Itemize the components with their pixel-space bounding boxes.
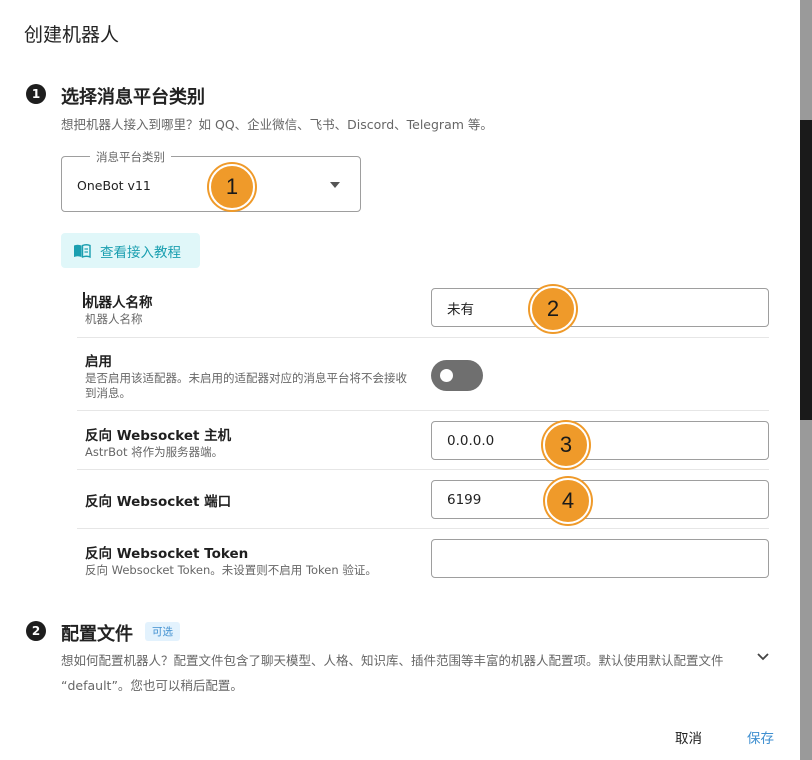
step-2-title: 配置文件 <box>61 624 133 645</box>
ws-host-desc: AstrBot 将作为服务器端。 <box>85 445 224 459</box>
annotation-badge-1: 1 <box>209 164 255 210</box>
enable-desc: 是否启用该适配器。未启用的适配器对应的消息平台将不会接收到消息。 <box>85 371 407 400</box>
ws-token-input[interactable] <box>431 539 769 578</box>
enable-toggle[interactable] <box>431 360 483 391</box>
bot-name-input[interactable]: 未有 <box>431 288 769 327</box>
bot-name-desc: 机器人名称 <box>85 312 143 326</box>
create-bot-dialog: 创建机器人 1 选择消息平台类别 想把机器人接入到哪里？如 QQ、企业微信、飞书… <box>0 0 800 760</box>
cancel-button[interactable]: 取消 <box>675 727 702 747</box>
field-ws-token: 反向 Websocket Token 反向 Websocket Token。未设… <box>77 529 769 589</box>
ws-port-input[interactable]: 6199 <box>431 480 769 519</box>
ws-host-label: 反向 Websocket 主机 <box>85 428 232 444</box>
config-description: 想如何配置机器人？配置文件包含了聊天模型、人格、知识库、插件范围等丰富的机器人配… <box>61 653 724 693</box>
field-ws-host: 反向 Websocket 主机 AstrBot 将作为服务器端。 0.0.0.0 <box>77 411 769 470</box>
ws-token-desc: 反向 Websocket Token。未设置则不启用 Token 验证。 <box>85 563 377 577</box>
platform-select-label: 消息平台类别 <box>90 149 171 165</box>
annotation-badge-4: 4 <box>545 478 591 524</box>
book-icon <box>74 243 91 258</box>
optional-chip: 可选 <box>145 622 180 641</box>
ws-host-input[interactable]: 0.0.0.0 <box>431 421 769 460</box>
field-bot-name: 机器人名称 机器人名称 未有 <box>77 280 769 338</box>
enable-label: 启用 <box>85 354 112 370</box>
toggle-knob <box>440 369 453 382</box>
field-ws-port: 反向 Websocket 端口 6199 <box>77 470 769 529</box>
chevron-down-icon[interactable] <box>756 652 770 662</box>
save-button[interactable]: 保存 <box>747 727 774 747</box>
caret-down-icon <box>330 182 340 188</box>
step-1-title: 选择消息平台类别 <box>61 87 205 108</box>
annotation-badge-2: 2 <box>530 286 576 332</box>
step-1-subtitle: 想把机器人接入到哪里？如 QQ、企业微信、飞书、Discord、Telegram… <box>61 117 493 132</box>
backdrop-right <box>800 0 812 760</box>
step-1-icon: 1 <box>26 84 46 104</box>
step-2-icon: 2 <box>26 621 46 641</box>
dialog-title: 创建机器人 <box>24 24 120 46</box>
annotation-badge-3: 3 <box>543 422 589 468</box>
ws-port-label: 反向 Websocket 端口 <box>85 494 232 510</box>
bot-name-label: 机器人名称 <box>85 295 153 311</box>
view-tutorial-label: 查看接入教程 <box>100 244 181 261</box>
platform-select-value: OneBot v11 <box>77 178 151 193</box>
ws-token-label: 反向 Websocket Token <box>85 546 249 562</box>
field-enable: 启用 是否启用该适配器。未启用的适配器对应的消息平台将不会接收到消息。 <box>77 338 769 411</box>
view-tutorial-button[interactable]: 查看接入教程 <box>61 233 200 268</box>
